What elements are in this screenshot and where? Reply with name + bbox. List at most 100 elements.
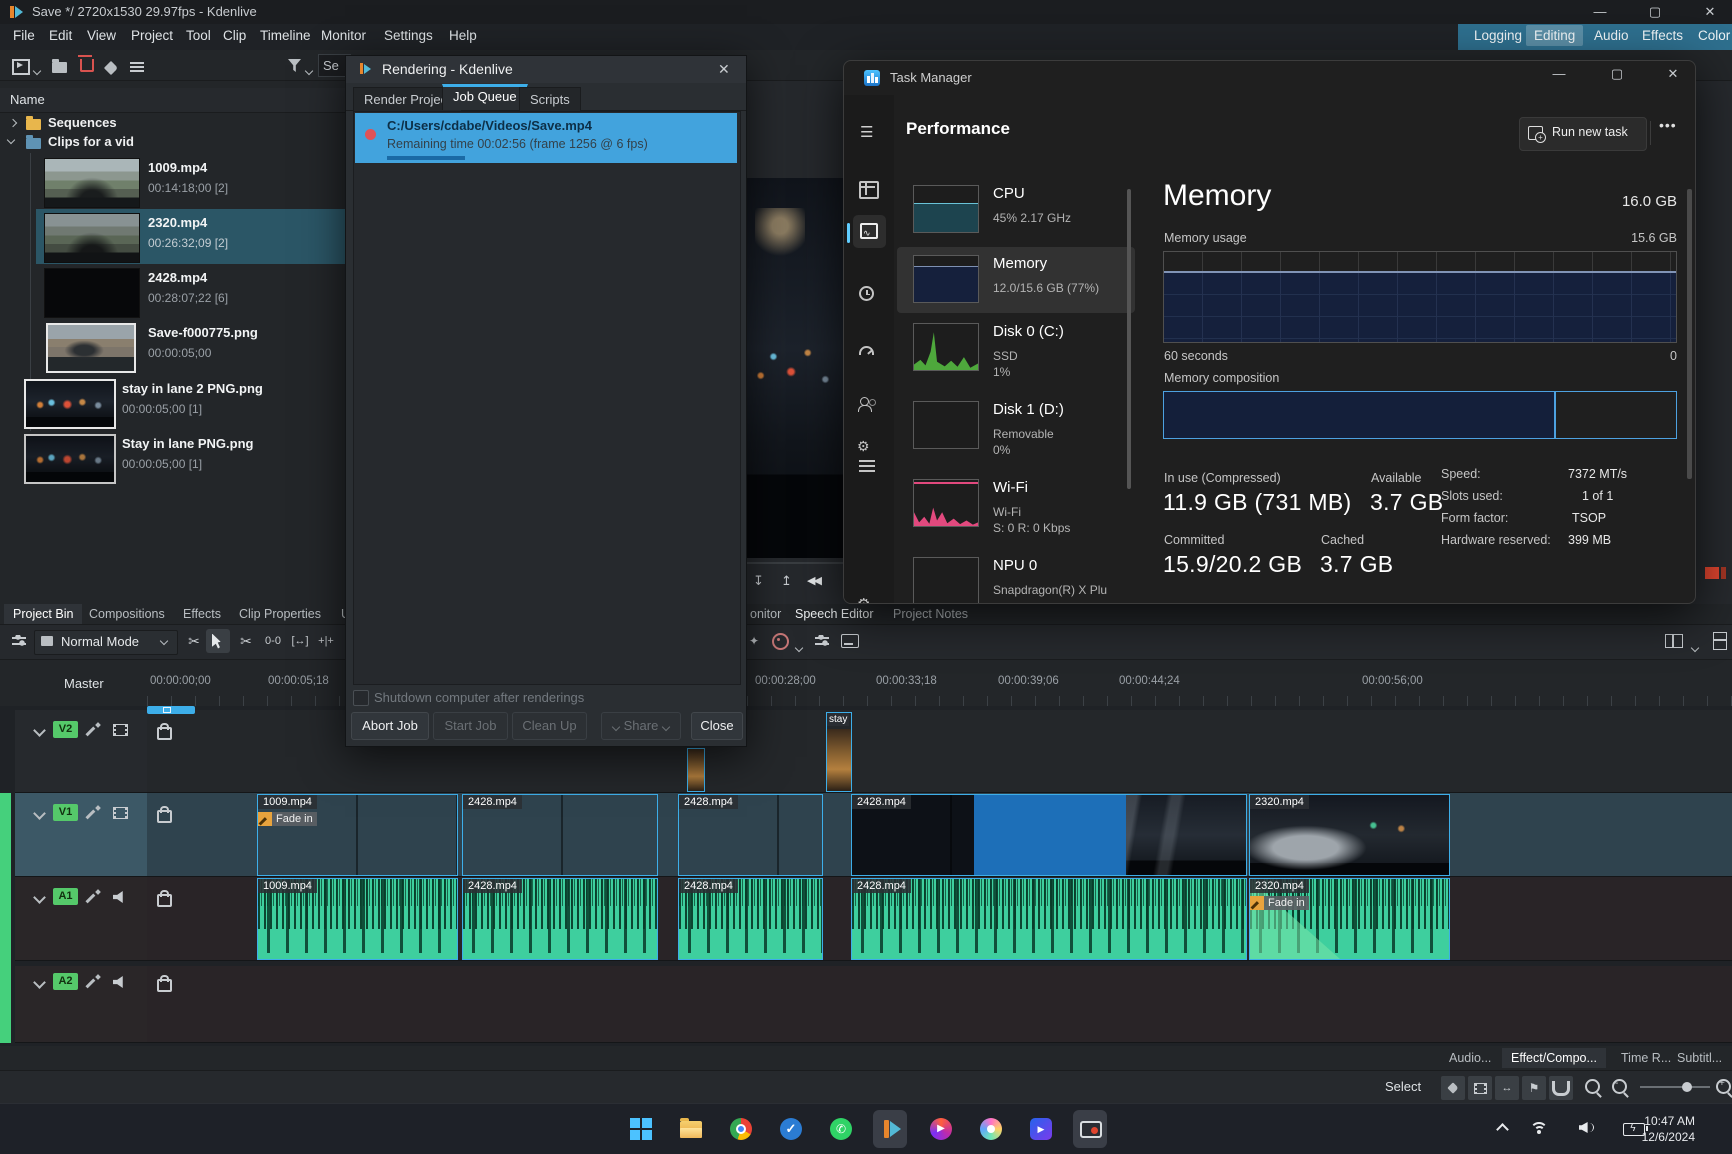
track-badge[interactable]: V1	[53, 804, 78, 821]
collapse-icon[interactable]	[33, 891, 46, 904]
workspace-tab-color[interactable]: Color	[1690, 25, 1732, 46]
wifi-icon[interactable]	[1530, 1122, 1548, 1135]
track-header-a1[interactable]: A1	[15, 877, 147, 961]
zoom-slider-handle[interactable]	[1682, 1082, 1692, 1092]
nav-services-icon[interactable]: ⚙	[857, 438, 870, 455]
snap-toggle-button[interactable]	[1548, 1075, 1574, 1101]
clean-up-button[interactable]: Clean Up	[512, 712, 587, 740]
paint-icon[interactable]	[978, 1116, 1004, 1142]
edit-mode-select[interactable]: Normal Mode	[34, 630, 178, 655]
tab-project-bin[interactable]: Project Bin	[4, 604, 82, 624]
audio-track-icon[interactable]	[113, 976, 126, 988]
tm-minimize-button[interactable]: —	[1544, 63, 1574, 85]
timeline-clip-video[interactable]: 2428.mp4	[462, 794, 658, 876]
timeline-grid-icon[interactable]	[1708, 629, 1732, 653]
menu-edit[interactable]: Edit	[42, 25, 79, 46]
tab-project-notes[interactable]: Project Notes	[884, 604, 977, 624]
tab-job-queue[interactable]: Job Queue	[442, 84, 528, 110]
metric-npu[interactable]: NPU 0 Snapdragon(R) X Plu	[901, 553, 1135, 603]
markers-toggle-button[interactable]: ↔	[1494, 1075, 1520, 1101]
tm-maximize-button[interactable]: ▢	[1602, 63, 1632, 85]
lock-icon[interactable]	[157, 979, 172, 992]
file-explorer-icon[interactable]	[678, 1116, 704, 1142]
nav-menu-icon[interactable]: ☰	[860, 123, 873, 141]
video-track-icon[interactable]	[113, 724, 128, 736]
start-job-button[interactable]: Start Job	[433, 712, 508, 740]
timeline-clip-stay[interactable]: stay	[826, 712, 852, 792]
lock-icon[interactable]	[157, 727, 172, 740]
zoom-slider[interactable]	[1640, 1086, 1710, 1088]
kdenlive-taskbar-icon[interactable]	[879, 1116, 905, 1142]
minimize-button[interactable]: —	[1585, 1, 1615, 23]
timeline-clip-video[interactable]: 1009.mp4 Fade in	[257, 794, 458, 876]
zoombar-handle[interactable]	[163, 707, 171, 713]
selection-tool-icon[interactable]	[206, 629, 230, 653]
collapse-icon[interactable]	[33, 724, 46, 737]
tab-effects[interactable]: Effects	[174, 604, 230, 624]
chrome-icon[interactable]	[728, 1116, 754, 1142]
timeline-clip-audio[interactable]: 1009.mp4	[257, 878, 458, 960]
thumbnails-toggle-button[interactable]	[1467, 1075, 1493, 1101]
track-badge[interactable]: A2	[53, 973, 78, 990]
menu-view[interactable]: View	[80, 25, 123, 46]
effects-icon[interactable]	[87, 890, 101, 904]
bin-column-header[interactable]: Name	[10, 92, 45, 107]
timeline-clip-image[interactable]	[687, 748, 705, 792]
run-new-task-button[interactable]: + Run new task	[1519, 117, 1647, 151]
menu-settings[interactable]: Settings	[377, 25, 440, 46]
timeline-settings-icon[interactable]	[12, 635, 26, 650]
nav-app-history-icon[interactable]	[859, 286, 874, 301]
track-header-a2[interactable]: A2	[15, 966, 147, 1043]
workspace-tab-audio[interactable]: Audio	[1586, 25, 1637, 46]
effects-icon[interactable]	[87, 975, 101, 989]
metric-disk1[interactable]: Disk 1 (D:) Removable 0%	[901, 397, 1135, 475]
whatsapp-icon[interactable]: ✆	[828, 1116, 854, 1142]
bin-clip-row[interactable]: stay in lane 2 PNG.png 00:00:05;00 [1]	[0, 377, 345, 431]
menu-project[interactable]: Project	[124, 25, 180, 46]
menu-clip[interactable]: Clip	[216, 25, 253, 46]
tab-clip-properties[interactable]: Clip Properties	[230, 604, 330, 624]
checkmark-app-icon[interactable]: ✓	[778, 1116, 804, 1142]
lock-icon[interactable]	[157, 894, 172, 907]
razor-all-tracks-icon[interactable]: ✂	[182, 629, 206, 653]
razor-tool-icon[interactable]: ✂	[234, 629, 258, 653]
add-clip-dropdown-icon[interactable]	[34, 62, 40, 77]
tab-subtitles[interactable]: Subtitl...	[1668, 1048, 1731, 1068]
add-clip-icon[interactable]	[12, 59, 30, 78]
bin-clip-row[interactable]: Stay in lane PNG.png 00:00:05;00 [1]	[0, 432, 345, 486]
share-button[interactable]: Share	[601, 712, 681, 740]
fade-in-badge[interactable]: Fade in	[258, 812, 317, 826]
bin-clip-row[interactable]: 1009.mp4 00:14:18;00 [2]	[0, 156, 345, 210]
volume-icon[interactable]	[1579, 1121, 1594, 1134]
metric-list-scrollbar[interactable]	[1127, 189, 1131, 489]
monitor-zone-in-icon[interactable]: ↧	[753, 573, 764, 589]
bin-clip-row-selected[interactable]: 2320.mp4 00:26:32;09 [2]	[0, 211, 345, 265]
timeline-clip-audio[interactable]: 2320.mp4 Fade in	[1249, 878, 1450, 960]
tab-clip-monitor[interactable]: onitor	[741, 604, 790, 624]
tag-icon[interactable]	[106, 61, 116, 76]
tm-scrollbar[interactable]	[1687, 189, 1692, 479]
start-button[interactable]	[628, 1116, 654, 1142]
split-view-icon[interactable]	[1662, 629, 1686, 653]
tm-close-button[interactable]: ✕	[1658, 63, 1688, 85]
close-icon[interactable]: ✕	[718, 61, 730, 78]
effects-icon[interactable]	[87, 806, 101, 820]
effects-icon[interactable]	[87, 723, 101, 737]
timeline-clip-audio[interactable]: 2428.mp4	[678, 878, 823, 960]
rewind-icon[interactable]: ◀◀	[807, 574, 820, 587]
timeline-clip-audio[interactable]: 2428.mp4	[462, 878, 658, 960]
audio-track-icon[interactable]	[113, 891, 126, 903]
menu-timeline[interactable]: Timeline	[253, 25, 318, 46]
lock-icon[interactable]	[157, 810, 172, 823]
maximize-button[interactable]: ▢	[1640, 1, 1670, 23]
metric-disk0[interactable]: Disk 0 (C:) SSD 1%	[901, 319, 1135, 397]
nav-performance-icon[interactable]: ∿	[853, 215, 886, 248]
track-badge[interactable]: V2	[53, 721, 78, 738]
nav-settings-icon[interactable]: ⚙	[857, 595, 870, 604]
track-badge[interactable]: A1	[53, 888, 78, 905]
menu-tool[interactable]: Tool	[179, 25, 218, 46]
bin-menu-icon[interactable]	[130, 60, 144, 75]
flag-toggle-button[interactable]: ⚑	[1521, 1075, 1547, 1101]
tab-effect-compositing[interactable]: Effect/Compo...	[1502, 1048, 1606, 1068]
timeline-zoombar[interactable]	[147, 706, 195, 714]
